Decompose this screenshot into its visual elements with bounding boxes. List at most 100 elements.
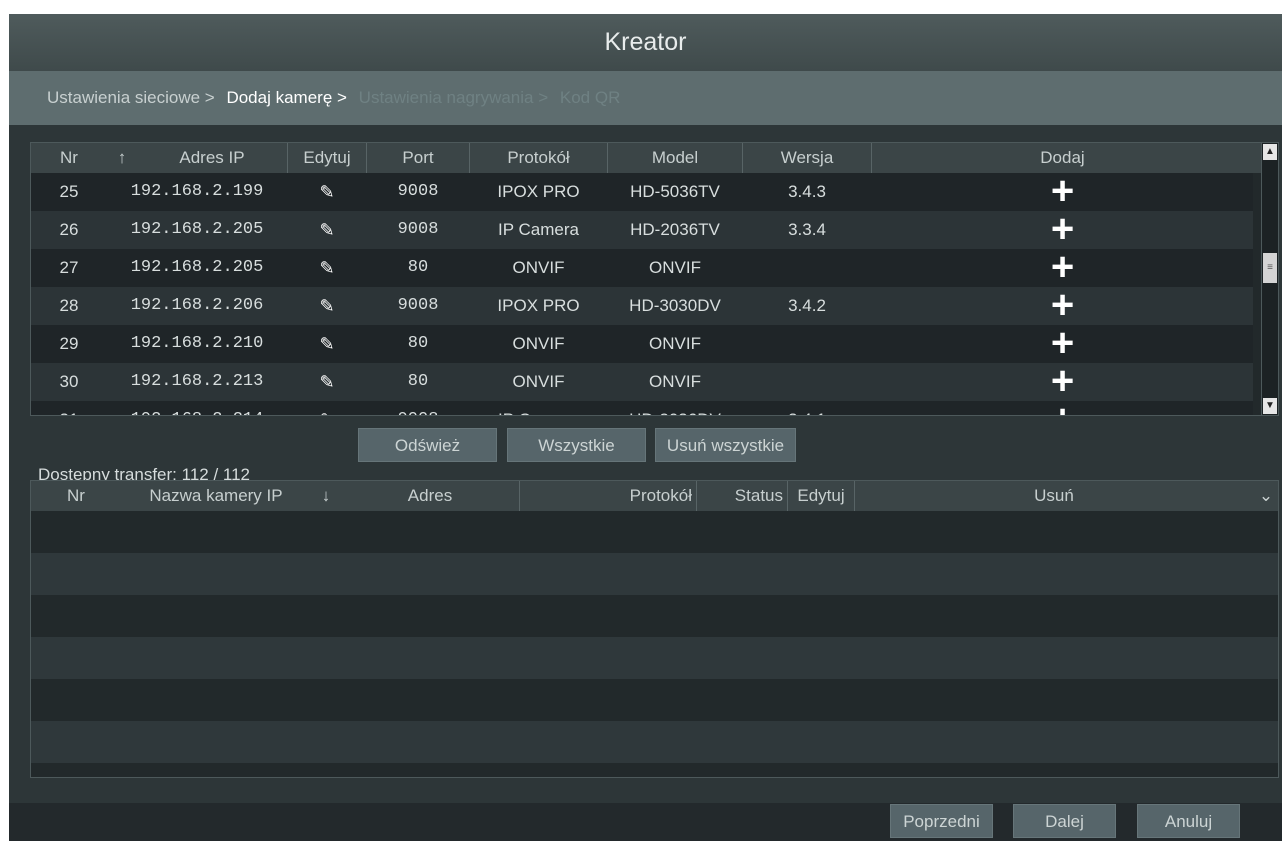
- table-row: [31, 679, 1278, 721]
- pencil-icon[interactable]: ✎: [288, 363, 366, 401]
- col-header-edit[interactable]: Edytuj: [288, 143, 366, 173]
- cell-protocol: IP Camera: [498, 220, 579, 239]
- pencil-icon[interactable]: ✎: [288, 211, 366, 249]
- col-header-address[interactable]: Adres: [341, 481, 519, 511]
- table-row: [31, 595, 1278, 637]
- table-row: [31, 511, 1278, 553]
- pencil-icon[interactable]: ✎: [288, 325, 366, 363]
- cell-ip: 192.168.2.205: [130, 258, 264, 277]
- col-header-edit[interactable]: Edytuj: [788, 481, 854, 511]
- cell-nr: 25: [59, 182, 79, 201]
- col-header-nr[interactable]: Nr: [31, 481, 121, 511]
- col-header-version[interactable]: Wersja: [743, 143, 871, 173]
- cell-ip: 192.168.2.199: [130, 182, 264, 201]
- cell-nr: 29: [59, 334, 79, 353]
- cell-protocol: IPOX PRO: [497, 182, 580, 201]
- cell-port: 80: [407, 258, 429, 277]
- breadcrumb-recording-settings: Ustawienia nagrywania >: [358, 88, 549, 107]
- col-header-delete[interactable]: Usuń: [855, 481, 1253, 511]
- col-header-status[interactable]: Status: [697, 481, 787, 511]
- breadcrumb: Ustawienia sieciowe > Dodaj kamerę > Ust…: [9, 71, 1282, 125]
- pencil-icon[interactable]: ✎: [288, 401, 366, 415]
- cell-model: HD-5036TV: [630, 182, 720, 201]
- col-header-camera-name[interactable]: Nazwa kamery IP: [121, 481, 311, 511]
- sort-desc-icon[interactable]: ↓: [311, 481, 341, 511]
- scroll-down-icon[interactable]: ▼: [1263, 398, 1277, 414]
- col-header-protocol[interactable]: Protokół: [470, 143, 607, 173]
- cell-protocol: IP Camera: [470, 401, 607, 415]
- select-all-button[interactable]: Wszystkie: [507, 428, 646, 462]
- col-header-port[interactable]: Port: [367, 143, 469, 173]
- cell-version: 3.4.3: [788, 182, 826, 201]
- col-header-ip[interactable]: Adres IP: [137, 143, 287, 173]
- cell-ip: 192.168.2.210: [130, 334, 264, 353]
- cell-ip: 192.168.2.213: [130, 372, 264, 391]
- refresh-button[interactable]: Odśwież: [358, 428, 497, 462]
- cell-protocol: IPOX PRO: [497, 296, 580, 315]
- pencil-icon[interactable]: ✎: [288, 249, 366, 287]
- cell-model: ONVIF: [649, 372, 701, 391]
- col-header-protocol[interactable]: Protokół: [520, 481, 696, 511]
- table-row[interactable]: 31 192.168.2.214 ✎ 9008 IP Camera HD-203…: [31, 399, 1253, 415]
- cell-ip: 192.168.2.206: [130, 296, 264, 315]
- cell-version: 3.4.2: [788, 296, 826, 315]
- cell-nr: 26: [59, 220, 79, 239]
- plus-icon[interactable]: +: [872, 209, 1253, 249]
- search-results-table: Nr ↑ Adres IP Edytuj Port Protokół Model…: [30, 142, 1279, 416]
- col-header-nr[interactable]: Nr: [31, 143, 107, 173]
- cell-version: 3.3.4: [788, 220, 826, 239]
- col-header-add[interactable]: Dodaj: [872, 143, 1253, 173]
- cancel-button[interactable]: Anuluj: [1137, 804, 1240, 838]
- plus-icon[interactable]: +: [872, 285, 1253, 325]
- cell-port: 9008: [397, 182, 439, 201]
- previous-button[interactable]: Poprzedni: [890, 804, 993, 838]
- cell-model: ONVIF: [649, 258, 701, 277]
- added-cameras-table: Nr Nazwa kamery IP ↓ Adres Protokół Stat…: [30, 480, 1279, 778]
- cell-model: ONVIF: [649, 334, 701, 353]
- table-row[interactable]: 30 192.168.2.213 ✎ 80 ONVIF ONVIF +: [31, 361, 1253, 401]
- table-row: [31, 553, 1278, 595]
- next-button[interactable]: Dalej: [1013, 804, 1116, 838]
- pencil-icon[interactable]: ✎: [288, 287, 366, 325]
- cell-model: HD-2036TV: [630, 220, 720, 239]
- cell-model: HD-3030DV: [629, 296, 721, 315]
- breadcrumb-qr-code: Kod QR: [559, 88, 621, 107]
- cell-protocol: ONVIF: [512, 334, 565, 353]
- table-row[interactable]: 26 192.168.2.205 ✎ 9008 IP Camera HD-203…: [31, 209, 1253, 249]
- scroll-up-icon[interactable]: ▲: [1263, 144, 1277, 160]
- cell-version: 3.4.1: [743, 401, 871, 415]
- wizard-window: Kreator Ustawienia sieciowe > Dodaj kame…: [9, 14, 1282, 841]
- sort-asc-icon[interactable]: ↑: [107, 143, 137, 173]
- plus-icon[interactable]: +: [872, 323, 1253, 363]
- chevron-down-icon[interactable]: ⌄: [1253, 481, 1278, 511]
- plus-icon[interactable]: +: [872, 173, 1253, 211]
- cell-nr: 31: [31, 401, 107, 415]
- vertical-scrollbar[interactable]: ▲ ≡ ▼: [1261, 143, 1278, 415]
- cell-port: 80: [407, 334, 429, 353]
- pencil-icon[interactable]: ✎: [288, 173, 366, 211]
- cell-protocol: ONVIF: [512, 372, 565, 391]
- table-row[interactable]: 29 192.168.2.210 ✎ 80 ONVIF ONVIF +: [31, 323, 1253, 363]
- delete-all-button[interactable]: Usuń wszystkie: [655, 428, 796, 462]
- content-area: Nr ↑ Adres IP Edytuj Port Protokół Model…: [9, 125, 1282, 803]
- table-row[interactable]: 25 192.168.2.199 ✎ 9008 IPOX PRO HD-5036…: [31, 173, 1253, 211]
- cell-ip: 192.168.2.214: [107, 401, 287, 415]
- table-row[interactable]: 28 192.168.2.206 ✎ 9008 IPOX PRO HD-3030…: [31, 285, 1253, 325]
- plus-icon[interactable]: +: [872, 247, 1253, 287]
- breadcrumb-add-camera[interactable]: Dodaj kamerę >: [226, 88, 346, 107]
- cell-nr: 28: [59, 296, 79, 315]
- col-header-model[interactable]: Model: [608, 143, 742, 173]
- breadcrumb-network-settings[interactable]: Ustawienia sieciowe >: [47, 88, 215, 107]
- window-title: Kreator: [9, 14, 1282, 71]
- cell-port: 9008: [367, 401, 469, 415]
- scroll-thumb[interactable]: ≡: [1263, 253, 1277, 283]
- table-row: [31, 637, 1278, 679]
- plus-icon[interactable]: +: [872, 399, 1253, 415]
- cell-ip: 192.168.2.205: [130, 220, 264, 239]
- cell-protocol: ONVIF: [512, 258, 565, 277]
- table-row[interactable]: 27 192.168.2.205 ✎ 80 ONVIF ONVIF +: [31, 247, 1253, 287]
- plus-icon[interactable]: +: [872, 361, 1253, 401]
- table-header: Nr Nazwa kamery IP ↓ Adres Protokół Stat…: [31, 481, 1278, 511]
- cell-model: HD-2036DV: [608, 401, 742, 415]
- cell-nr: 27: [59, 258, 79, 277]
